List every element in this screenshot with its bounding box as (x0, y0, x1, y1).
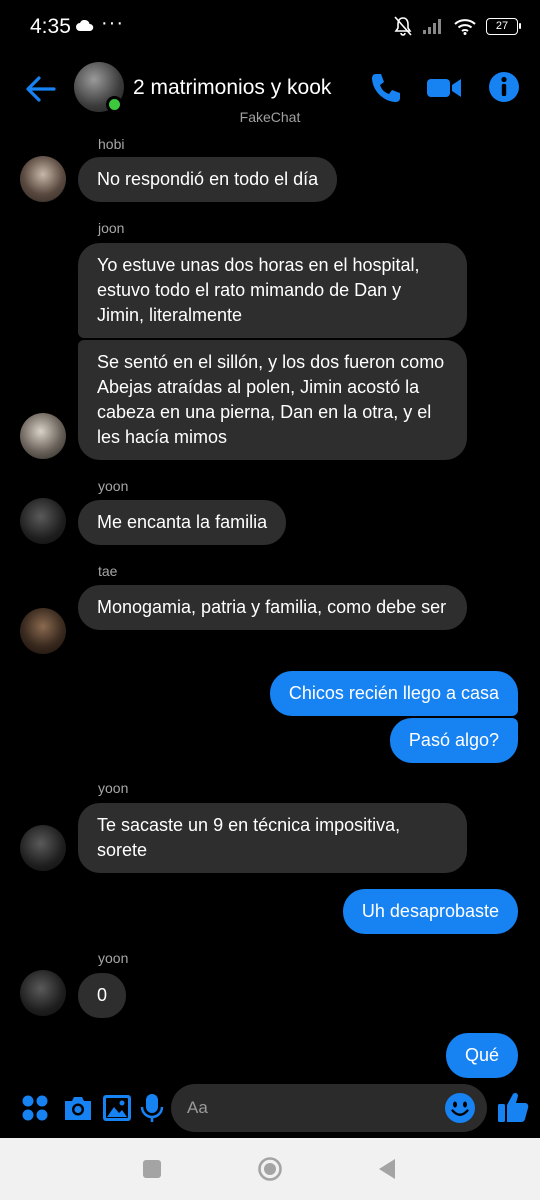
message-bubble-outgoing[interactable]: Chicos recién llego a casa (269, 671, 518, 716)
camera-icon[interactable] (62, 1092, 94, 1124)
avatar[interactable] (20, 970, 66, 1016)
composer-bar (0, 1080, 540, 1136)
status-indicators: 27 (394, 16, 521, 36)
message-bubble[interactable]: No respondió en todo el día (78, 157, 338, 202)
message-bubble[interactable]: Monogamia, patria y familia, como debe s… (78, 585, 467, 630)
phone-icon[interactable] (368, 70, 404, 106)
status-time: 4:35 (30, 15, 71, 38)
avatar[interactable] (20, 156, 66, 202)
chat-header: 2 matrimonios y kook FakeChat (0, 56, 540, 134)
message-bubble[interactable]: Me encanta la familia (78, 500, 287, 545)
message-bubble-outgoing[interactable]: Uh desaprobaste (342, 889, 518, 934)
mute-bell-icon (394, 16, 412, 36)
wifi-icon (454, 18, 476, 35)
arrow-left-icon[interactable] (24, 72, 58, 106)
chat-subtitle: FakeChat (239, 109, 301, 125)
message-bubble[interactable]: Te sacaste un 9 en técnica impositiva, s… (78, 803, 467, 873)
four-dots-icon[interactable] (19, 1092, 51, 1124)
message-bubble[interactable]: Se sentó en el sillón, y los dos fueron … (78, 340, 467, 460)
message-bubble-outgoing[interactable]: Qué (445, 1033, 518, 1078)
message-bubble-outgoing[interactable]: Pasó algo? (389, 718, 518, 763)
signal-icon (423, 19, 441, 34)
sender-name: yoon (98, 780, 129, 796)
status-bar: 4:35 ··· 27 (0, 0, 540, 56)
sender-name: yoon (98, 950, 129, 966)
sender-name: tae (98, 563, 118, 579)
info-icon[interactable] (487, 70, 521, 104)
sender-name: yoon (98, 478, 129, 494)
sender-name: hobi (98, 136, 125, 152)
sender-name: joon (98, 220, 125, 236)
smiley-icon[interactable] (444, 1092, 476, 1124)
battery-indicator: 27 (486, 17, 521, 35)
avatar[interactable] (20, 825, 66, 871)
cloud-icon (76, 20, 94, 31)
message-input[interactable] (171, 1084, 487, 1132)
back-nav-button[interactable] (377, 1158, 397, 1180)
avatar[interactable] (20, 498, 66, 544)
avatar[interactable] (20, 608, 66, 654)
message-bubble[interactable]: 0 (78, 973, 127, 1018)
microphone-icon[interactable] (136, 1092, 168, 1124)
system-nav-bar (0, 1138, 540, 1200)
chat-title[interactable]: 2 matrimonios y kook (133, 76, 331, 100)
thumbs-up-icon[interactable] (496, 1090, 530, 1124)
avatar[interactable] (20, 413, 66, 459)
message-bubble[interactable]: Yo estuve unas dos horas en el hospital,… (78, 243, 467, 338)
status-more-dots: ··· (101, 12, 124, 34)
video-camera-icon[interactable] (425, 70, 463, 106)
recents-button[interactable] (143, 1160, 161, 1178)
home-button[interactable] (257, 1156, 283, 1182)
image-icon[interactable] (101, 1092, 133, 1124)
